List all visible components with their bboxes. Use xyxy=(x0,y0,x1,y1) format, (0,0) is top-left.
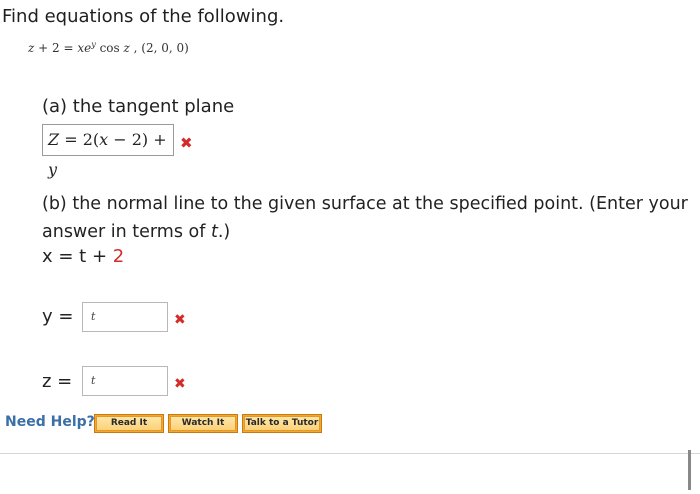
y-answer-value: t xyxy=(91,310,96,323)
answer-rest: = 2( xyxy=(59,130,100,149)
talk-to-tutor-label: Talk to a Tutor xyxy=(244,416,320,431)
part-b-text-2: .) xyxy=(217,222,231,242)
surface-equation: z + 2 = xey cos z , (2, 0, 0) xyxy=(28,40,189,55)
answer-z: Z xyxy=(48,130,60,149)
read-it-button[interactable]: Read It xyxy=(94,414,164,433)
x-equation-value: 2 xyxy=(112,246,125,267)
incorrect-icon: ✖ xyxy=(180,134,193,152)
part-b-t: t xyxy=(210,222,218,242)
z-equation-label: z = xyxy=(42,371,73,392)
x-equation-prefix: x = t + xyxy=(42,246,113,267)
answer-rest2: − 2) + xyxy=(108,130,167,149)
z-answer-field[interactable]: t xyxy=(82,366,168,396)
equation-point: , (2, 0, 0) xyxy=(129,41,189,55)
answer-x: x xyxy=(99,130,109,149)
talk-to-tutor-button[interactable]: Talk to a Tutor xyxy=(242,414,322,433)
equation-cos: cos xyxy=(95,41,124,55)
part-b-prompt: (b) the normal line to the given surface… xyxy=(42,190,700,246)
z-answer-value: t xyxy=(91,374,96,387)
y-answer-field[interactable]: t xyxy=(82,302,168,332)
x-equation: x = t + 2 xyxy=(42,246,124,267)
incorrect-icon: ✖ xyxy=(174,312,186,328)
part-a-label: (a) the tangent plane xyxy=(42,96,235,117)
watch-it-button[interactable]: Watch It xyxy=(168,414,238,433)
read-it-label: Read It xyxy=(96,416,162,431)
answer-y: y xyxy=(48,160,58,179)
equation-lhs-rest: + 2 = xyxy=(34,41,78,55)
y-equation-label: y = xyxy=(42,306,74,327)
need-help-label: Need Help? xyxy=(5,414,95,430)
incorrect-icon: ✖ xyxy=(174,376,186,392)
watch-it-label: Watch It xyxy=(170,416,236,431)
divider xyxy=(0,453,700,454)
part-b-text-1: (b) the normal line to the given surface… xyxy=(42,194,688,242)
question-title: Find equations of the following. xyxy=(2,6,285,27)
scrollbar-thumb[interactable] xyxy=(688,450,691,490)
tangent-plane-answer-field[interactable]: Z = 2(x − 2) + y xyxy=(42,124,174,179)
